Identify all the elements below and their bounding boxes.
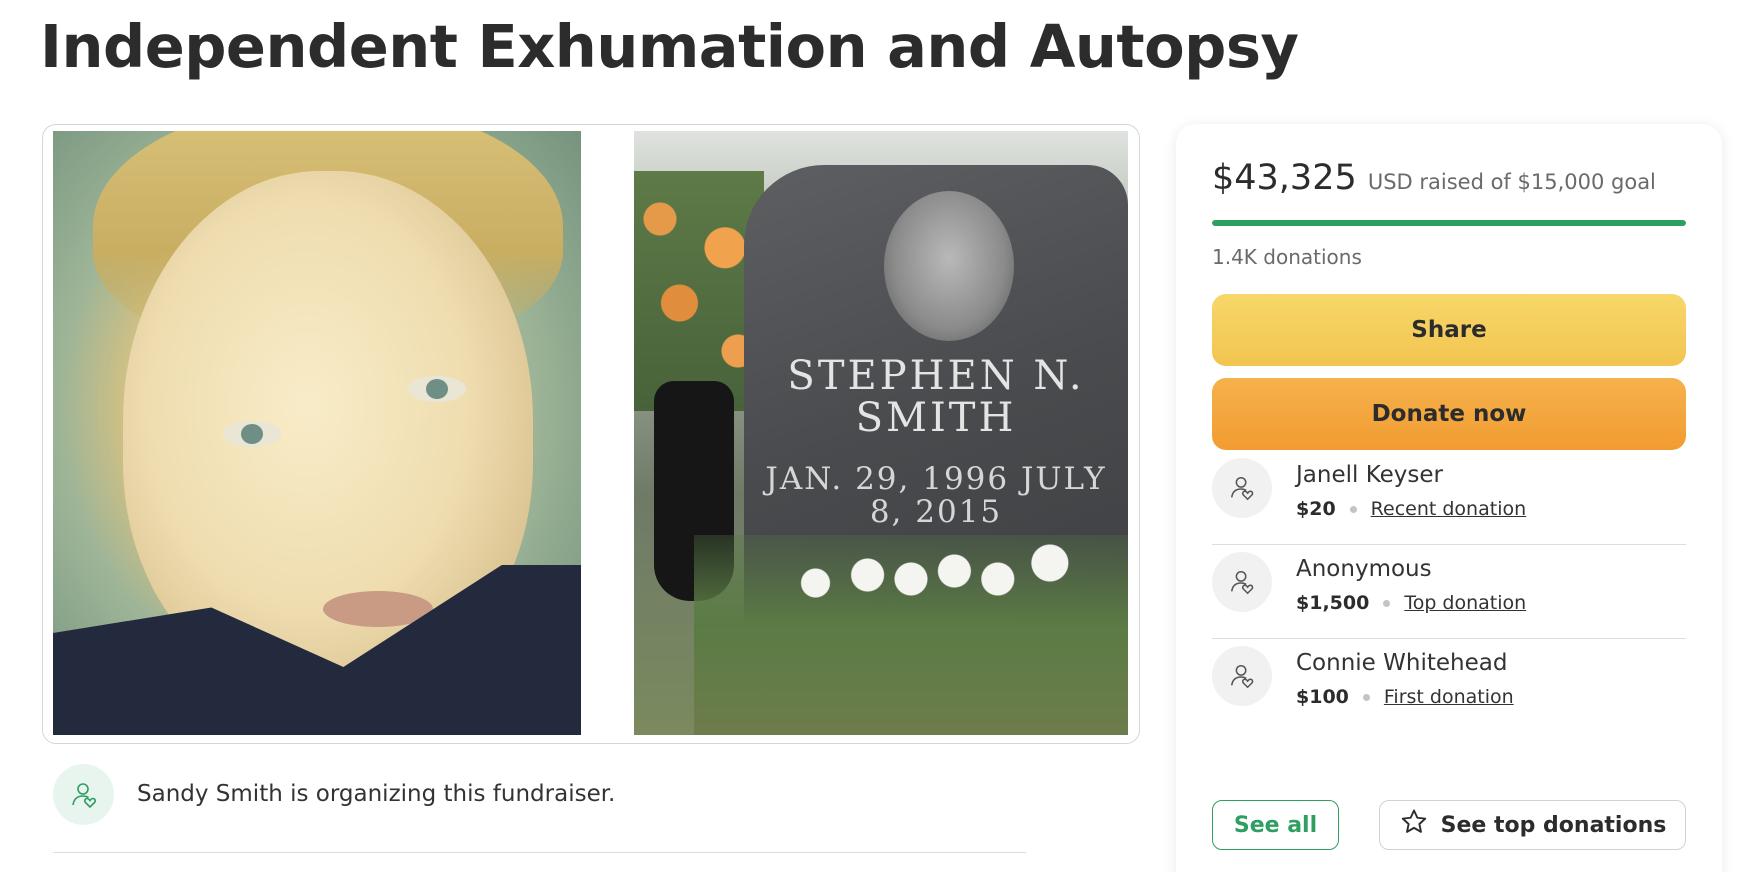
recent-donation-link[interactable]: Recent donation <box>1371 498 1526 520</box>
divider <box>1212 544 1686 545</box>
portrait-photo <box>53 131 581 735</box>
user-heart-icon <box>53 764 114 825</box>
gravestone-photo: STEPHEN N. SMITH JAN. 29, 1996 JULY 8, 2… <box>634 131 1128 735</box>
raised-amount: $43,325 <box>1212 158 1357 198</box>
user-heart-icon <box>1212 646 1272 706</box>
donor-amount: $100 <box>1296 686 1349 708</box>
donor-amount: $1,500 <box>1296 592 1370 614</box>
user-heart-icon <box>1212 458 1272 518</box>
tombstone-name: STEPHEN N. SMITH <box>787 353 1085 441</box>
amount-raised: $43,325 USD raised of $15,000 goal <box>1212 158 1656 198</box>
see-top-donations-label: See top donations <box>1440 812 1667 838</box>
raised-goal-text: USD raised of $15,000 goal <box>1367 170 1656 194</box>
separator-dot <box>1349 505 1357 513</box>
separator-dot <box>1383 599 1391 607</box>
divider <box>1212 638 1686 639</box>
top-donation-link[interactable]: Top donation <box>1404 592 1526 614</box>
hero-image[interactable]: STEPHEN N. SMITH JAN. 29, 1996 JULY 8, 2… <box>42 124 1140 744</box>
progress-bar <box>1212 220 1686 226</box>
donor-name: Janell Keyser <box>1296 462 1443 488</box>
tombstone-dates: JAN. 29, 1996 JULY 8, 2015 <box>765 461 1107 530</box>
donor-name: Connie Whitehead <box>1296 650 1508 676</box>
see-all-button[interactable]: See all <box>1212 800 1339 850</box>
donor-amount: $20 <box>1296 498 1336 520</box>
donor-name: Anonymous <box>1296 556 1432 582</box>
see-top-donations-button[interactable]: See top donations <box>1379 800 1686 850</box>
separator-dot <box>1362 693 1370 701</box>
first-donation-link[interactable]: First donation <box>1384 686 1514 708</box>
donor-item: Janell Keyser $20 Recent donation <box>1212 458 1686 562</box>
share-button[interactable]: Share <box>1212 294 1686 366</box>
donation-card: $43,325 USD raised of $15,000 goal 1.4K … <box>1176 124 1722 872</box>
organizer-section: Sandy Smith is organizing this fundraise… <box>53 764 1033 854</box>
user-heart-icon <box>1212 552 1272 612</box>
progress-fill <box>1212 220 1686 226</box>
donation-count: 1.4K donations <box>1212 245 1362 269</box>
donate-now-button[interactable]: Donate now <box>1212 378 1686 450</box>
organizer-text: Sandy Smith is organizing this fundraise… <box>137 781 616 807</box>
divider <box>53 852 1026 853</box>
star-icon <box>1399 807 1429 843</box>
page-title: Independent Exhumation and Autopsy <box>40 12 1299 81</box>
donor-item: Connie Whitehead $100 First donation <box>1212 646 1686 750</box>
donor-item: Anonymous $1,500 Top donation <box>1212 552 1686 656</box>
